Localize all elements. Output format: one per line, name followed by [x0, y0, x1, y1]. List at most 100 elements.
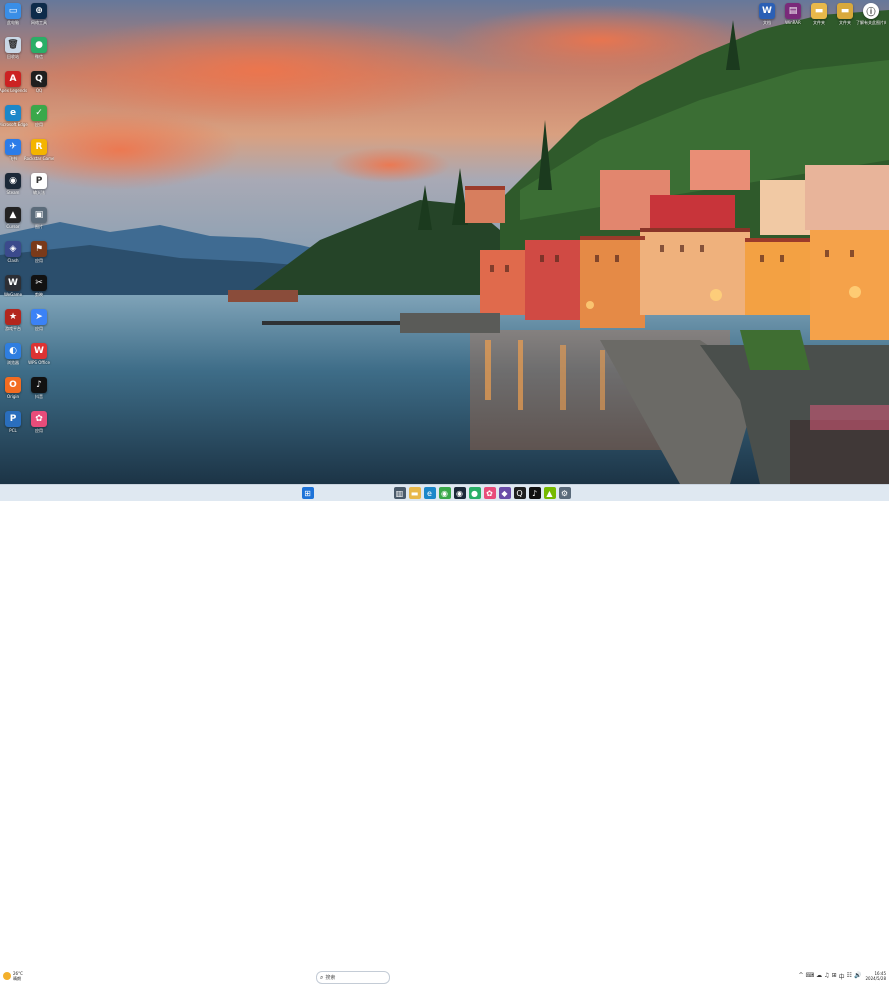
music-icon[interactable]: ♫: [824, 972, 829, 981]
desktop-icon[interactable]: ▬ 文件夹: [806, 3, 832, 25]
desktop-icon[interactable]: e Microsoft Edge: [0, 105, 28, 127]
settings-taskbar-icon[interactable]: ⚙: [558, 487, 571, 499]
pink-app-icon: ✿: [31, 411, 47, 427]
volume-icon[interactable]: 🔊: [854, 972, 861, 981]
desktop-icon[interactable]: W WeGame: [0, 275, 26, 297]
info-icon: ⓘ: [863, 3, 879, 19]
desktop-icon-label: 应用: [35, 258, 43, 263]
folder-2-icon: ▬: [837, 3, 853, 19]
desktop-icon[interactable]: ⊕ 网络工具: [26, 3, 52, 25]
browser-icon: ◐: [5, 343, 21, 359]
desktop-icon-label: 网络工具: [31, 20, 47, 25]
image-app-icon: ▣: [31, 207, 47, 223]
desktop-icon[interactable]: W 文档: [754, 3, 780, 25]
desktop-icon[interactable]: ➤ 应用: [26, 309, 52, 331]
pinyin-icon: P: [31, 173, 47, 189]
computer-icon: ▭: [5, 3, 21, 19]
desktop-icon-label: 微信: [35, 54, 43, 59]
tiktok-taskbar-icon[interactable]: ♪: [528, 487, 541, 499]
desktop-icon-label: 抖音: [35, 394, 43, 399]
weather-sun-icon: [3, 972, 11, 980]
chrome-icon[interactable]: ◉: [438, 487, 451, 499]
app-taskbar-icon[interactable]: ◆: [498, 487, 511, 499]
desktop-icon[interactable]: ⓘ了解有关此图片的信息: [856, 3, 886, 25]
origin-icon: O: [5, 377, 21, 393]
clock[interactable]: 16:45 2024/5/28: [865, 971, 886, 981]
wegame-icon: W: [5, 275, 21, 291]
desktop-icon[interactable]: ✂ 剪映: [26, 275, 52, 297]
desktop-icon[interactable]: A Apex Legends: [0, 71, 27, 93]
search-icon: ⌕: [320, 973, 324, 981]
desktop-icon[interactable]: O Origin: [0, 377, 26, 399]
flag-app-icon: ⚑: [31, 241, 47, 257]
desktop-icon[interactable]: W WPS Office: [26, 343, 52, 365]
cloud-icon[interactable]: ☁: [816, 972, 822, 981]
recycle-bin-icon: 🗑: [5, 37, 21, 53]
desktop-icon[interactable]: ✈ 飞书: [0, 139, 26, 161]
edge-icon: e: [5, 105, 21, 121]
desktop-icon[interactable]: ⚑ 应用: [26, 241, 52, 263]
desktop-icon[interactable]: ▣ 图片: [26, 207, 52, 229]
desktop-icon[interactable]: ◐ 浏览器: [0, 343, 26, 365]
desktop-icon-label: 了解有关此图片的信息: [856, 20, 886, 25]
desktop-icon[interactable]: ★ 游戏平台: [0, 309, 26, 331]
system-tray: ^ ⌨ ☁ ♫ ⊞ 中 ☷ 🔊 16:45 2024/5/28: [797, 971, 886, 981]
desktop-icon[interactable]: 🗑 回收站: [0, 37, 26, 59]
search-box[interactable]: ⌕ 搜索: [316, 971, 390, 984]
feishu-icon: ✈: [5, 139, 21, 155]
start-button[interactable]: ⊞: [301, 487, 314, 499]
desktop-icon[interactable]: ♪ 抖音: [26, 377, 52, 399]
desktop-icon-label: 图片: [35, 224, 43, 229]
clash-icon: ◈: [5, 241, 21, 257]
nvidia-icon[interactable]: ▲: [543, 487, 556, 499]
tiktok-icon: ♪: [31, 377, 47, 393]
desktop-icon[interactable]: ◉ Steam: [0, 173, 26, 195]
desktop-icon[interactable]: P 输入法: [26, 173, 52, 195]
desktop-icon[interactable]: ▲ Cursor: [0, 207, 26, 229]
desktop-icon[interactable]: ✓ 应用: [26, 105, 52, 127]
edge-taskbar-icon[interactable]: e: [423, 487, 436, 499]
weather-desc: 晴朗: [13, 976, 21, 981]
desktop-icon[interactable]: ▬ 文件夹: [832, 3, 858, 25]
desktop-icon-label: QQ: [35, 88, 43, 93]
desktop-icon[interactable]: ✿ 应用: [26, 411, 52, 433]
desktop-icon[interactable]: ◈ Clash: [0, 241, 26, 263]
wps-icon: W: [31, 343, 47, 359]
desktop: ▭ 此电脑 🗑 回收站 A Apex Legends e Microsoft Edge ✈ 飞书 ◉…: [0, 0, 889, 484]
steam-taskbar-icon[interactable]: ◉: [453, 487, 466, 499]
desktop-icon-label: 应用: [35, 326, 43, 331]
desktop-icon-label: 应用: [35, 428, 43, 433]
qq-taskbar-icon[interactable]: Q: [513, 487, 526, 499]
pink-taskbar-icon[interactable]: ✿: [483, 487, 496, 499]
app-tray-icon[interactable]: ⊞: [832, 972, 837, 981]
show-hidden-icon[interactable]: ^: [798, 972, 803, 981]
keyboard-icon[interactable]: ⌨: [806, 972, 815, 981]
weather-widget[interactable]: 26°C 晴朗: [3, 971, 23, 981]
capcut-icon: ✂: [31, 275, 47, 291]
desktop-icon-label: Rockstar Games: [24, 156, 54, 161]
desktop-icon[interactable]: ▭ 此电脑: [0, 3, 26, 25]
desktop-icon-label: 应用: [35, 122, 43, 127]
network-tool-icon: ⊕: [31, 3, 47, 19]
wechat-icon: ●: [31, 37, 47, 53]
desktop-icon[interactable]: P PCL: [0, 411, 26, 433]
desktop-icon[interactable]: ● 微信: [26, 37, 52, 59]
desktop-icon-label: 剪映: [35, 292, 43, 297]
winrar-icon: ▤: [785, 3, 801, 19]
desktop-icon[interactable]: R Rockstar Games: [24, 139, 54, 161]
send-app-icon: ➤: [31, 309, 47, 325]
green-app-icon: ✓: [31, 105, 47, 121]
word-doc-icon: W: [759, 3, 775, 19]
wechat-taskbar-icon[interactable]: ●: [468, 487, 481, 499]
apex-legends-icon: A: [5, 71, 21, 87]
folder-icon: ▬: [811, 3, 827, 19]
task-view-icon[interactable]: ▥: [393, 487, 406, 499]
desktop-icon[interactable]: ▤ WinRAR: [780, 3, 806, 25]
ime-icon[interactable]: 中: [839, 972, 845, 981]
wallpaper-lake-village: [0, 0, 889, 484]
desktop-icon[interactable]: Q QQ: [26, 71, 52, 93]
file-explorer-icon[interactable]: ▬: [408, 487, 421, 499]
network-icon[interactable]: ☷: [847, 972, 852, 981]
cursor-icon: ▲: [5, 207, 21, 223]
rockstar-icon: R: [31, 139, 47, 155]
